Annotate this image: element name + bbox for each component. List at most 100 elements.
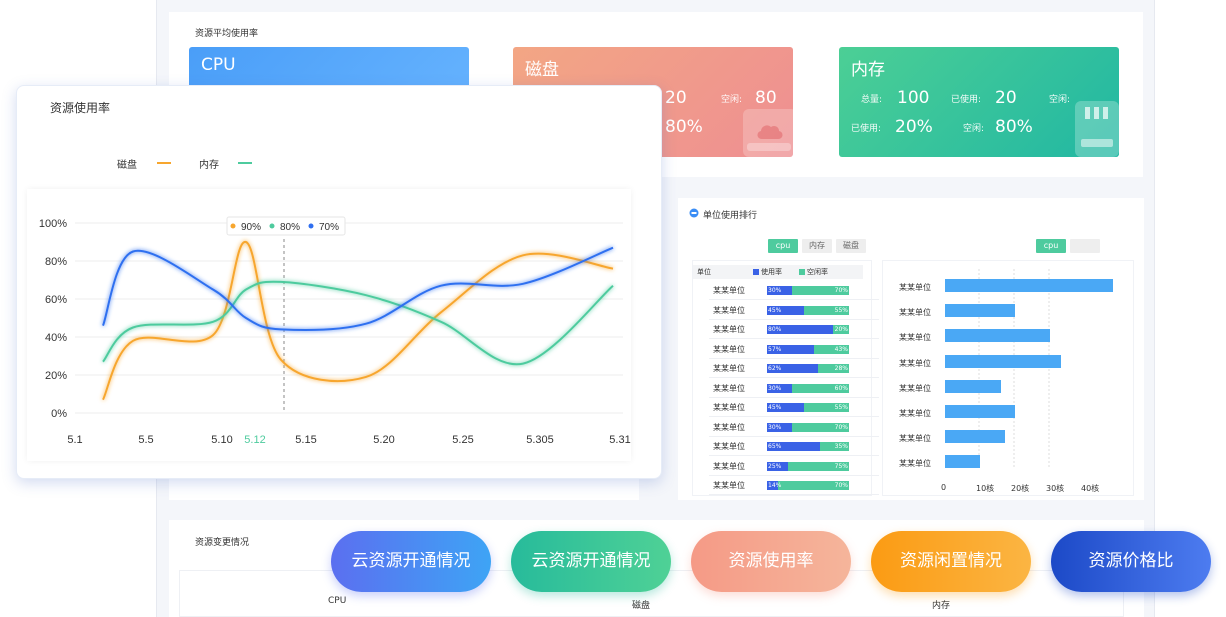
- tab-disk[interactable]: 磁盘: [836, 239, 866, 253]
- ranking-row-name: 某某单位: [713, 286, 745, 295]
- ranking-row-used-label: 62%: [768, 365, 782, 372]
- hbar-row[interactable]: 某某单位: [883, 453, 1123, 477]
- ranking-row-name: 某某单位: [713, 325, 745, 334]
- ranking-row-name: 某某单位: [713, 383, 745, 393]
- x-tick-label: 5.15: [295, 434, 316, 446]
- ranking-row[interactable]: 某某单位 30% 70%: [709, 418, 879, 437]
- ranking-row-bar: 57% 43%: [767, 344, 849, 354]
- x-tick-label: 5.305: [526, 434, 554, 446]
- disk-used-value: 20: [665, 88, 687, 108]
- change-col-memory: 内存: [932, 601, 951, 611]
- ranking-panel: 单位使用排行 cpu 内存 磁盘 单位 使用率 空闲率 某某单位 30% 70%…: [678, 198, 1144, 500]
- memory-free-label: 空闲:: [1049, 95, 1071, 105]
- hbar-bar: [945, 354, 1061, 368]
- ranking-row[interactable]: 某某单位 57% 43%: [709, 340, 879, 359]
- ranking-row-free-label: 70%: [834, 423, 848, 431]
- nav-pill[interactable]: 云资源开通情况: [331, 531, 491, 592]
- nav-pill[interactable]: 资源使用率: [691, 531, 851, 592]
- hbar-row-name: 某某单位: [899, 383, 931, 393]
- hbar-bar: [945, 329, 1050, 343]
- memory-used-value: 20: [995, 88, 1017, 108]
- series-line-1: [102, 280, 614, 366]
- legend-disk-label[interactable]: 磁盘: [117, 156, 137, 171]
- y-tick-label: 100%: [39, 218, 67, 230]
- ranking-row[interactable]: 某某单位 80% 20%: [709, 320, 879, 339]
- ranking-row[interactable]: 某某单位 62% 28%: [709, 359, 879, 378]
- memory-used-label: 已使用:: [951, 95, 982, 105]
- used-legend-swatch: [753, 269, 759, 275]
- ranking-row[interactable]: 某某单位 45% 55%: [709, 301, 879, 320]
- hbar-row[interactable]: 某某单位: [883, 277, 1123, 301]
- hbar-bar: [945, 379, 1001, 393]
- tooltip-dot: [269, 223, 275, 229]
- ranking-row-bar: 65% 35%: [767, 442, 849, 451]
- legend-disk-line: [157, 162, 171, 164]
- legend-memory-label[interactable]: 内存: [199, 156, 219, 171]
- hbar-row[interactable]: 某某单位: [883, 302, 1123, 326]
- x-tick-label: 5.25: [452, 434, 473, 446]
- nav-pill[interactable]: 云资源开通情况: [511, 531, 671, 592]
- memory-free-pct-label: 空闲:: [963, 124, 985, 134]
- ranking-row-used-label: 80%: [768, 326, 782, 333]
- memory-icon: [1075, 101, 1119, 157]
- hbar-row[interactable]: 某某单位: [883, 428, 1123, 452]
- hbar-row[interactable]: 某某单位: [883, 327, 1123, 351]
- x-tick-label: 5.20: [373, 434, 394, 446]
- memory-free-pct: 80%: [995, 117, 1033, 137]
- memory-card[interactable]: 内存 总量: 100 已使用: 20 空闲: 已使用: 20% 空闲: 80%: [839, 47, 1119, 157]
- ranking-row-free-label: 70%: [834, 287, 848, 294]
- ranking-row-used-label: 30%: [768, 287, 782, 294]
- hbar-tick-label: 20核: [1011, 484, 1030, 493]
- y-tick-label: 0%: [51, 408, 67, 420]
- ranking-row-used-label: 65%: [768, 443, 782, 450]
- hbar-row-name: 某某单位: [899, 283, 931, 292]
- ranking-row-free-label: 70%: [834, 482, 848, 489]
- y-tick-label: 80%: [45, 256, 67, 268]
- ranking-row-name: 某某单位: [713, 481, 745, 490]
- ranking-row-bar: 25% 75%: [767, 461, 849, 471]
- tooltip: 90% 80% 70%: [226, 216, 346, 236]
- chart-card-title: 资源使用率: [50, 101, 111, 115]
- right-tab-blank[interactable]: [1070, 239, 1100, 253]
- ranking-row-name: 某某单位: [713, 364, 745, 373]
- header-used: 使用率: [761, 268, 782, 276]
- line-chart[interactable]: 100% 80% 60% 40% 20% 0% 5.1 5.5 5.10 5.12 5.15 5.20…: [27, 189, 631, 461]
- ranking-row[interactable]: 某某单位 30% 60%: [709, 379, 879, 398]
- ranking-row[interactable]: 某某单位 14% 70%: [709, 476, 879, 495]
- tab-cpu[interactable]: cpu: [768, 239, 798, 253]
- line-chart-area: 100% 80% 60% 40% 20% 0% 5.1 5.5 5.10 5.12 5.15 5.20…: [27, 189, 631, 461]
- series-line-0: [102, 241, 614, 401]
- ranking-row[interactable]: 某某单位 30% 70%: [709, 281, 879, 300]
- nav-pill[interactable]: 资源价格比: [1051, 531, 1211, 592]
- ranking-row-bar: 62% 28%: [767, 364, 849, 373]
- hbar-row[interactable]: 某某单位: [883, 353, 1123, 377]
- ranking-row[interactable]: 某某单位 25% 75%: [709, 457, 879, 476]
- hbar-row[interactable]: 某某单位: [883, 378, 1123, 402]
- ranking-row[interactable]: 某某单位 65% 35%: [709, 437, 879, 456]
- memory-total-value: 100: [897, 88, 930, 108]
- hbar-tick-label: 10核: [976, 484, 995, 493]
- ranking-row-name: 某某单位: [713, 344, 745, 354]
- right-tab-cpu[interactable]: cpu: [1036, 239, 1066, 253]
- disk-icon: [743, 109, 793, 157]
- hbar-row[interactable]: 某某单位: [883, 403, 1123, 427]
- free-legend-swatch: [799, 269, 805, 275]
- ranking-row-free-label: 75%: [834, 462, 848, 470]
- ranking-row-free-label: 28%: [834, 365, 848, 372]
- x-tick-label: 5.5: [138, 434, 153, 446]
- ranking-row[interactable]: 某某单位 45% 55%: [709, 398, 879, 417]
- ranking-table: 单位 使用率 空闲率 某某单位 30% 70% 某某单位 45% 55% 某某单…: [692, 260, 879, 496]
- ranking-row-name: 某某单位: [713, 461, 745, 471]
- ranking-row-used-label: 30%: [768, 384, 782, 392]
- memory-used-pct-label: 已使用:: [851, 124, 882, 134]
- x-tick-label: 5.10: [211, 434, 232, 446]
- hbar-tick-label: 40核: [1081, 484, 1100, 493]
- hbar-row-name: 某某单位: [899, 459, 931, 469]
- ranking-row-used-label: 57%: [768, 345, 782, 353]
- hbar-row-name: 某某单位: [899, 434, 931, 444]
- tooltip-value: 70%: [319, 222, 339, 233]
- nav-pill[interactable]: 资源闲置情况: [871, 531, 1031, 592]
- disk-used-pct: 80%: [665, 117, 703, 137]
- tab-memory[interactable]: 内存: [802, 239, 832, 253]
- ranking-row-free-label: 60%: [834, 384, 848, 392]
